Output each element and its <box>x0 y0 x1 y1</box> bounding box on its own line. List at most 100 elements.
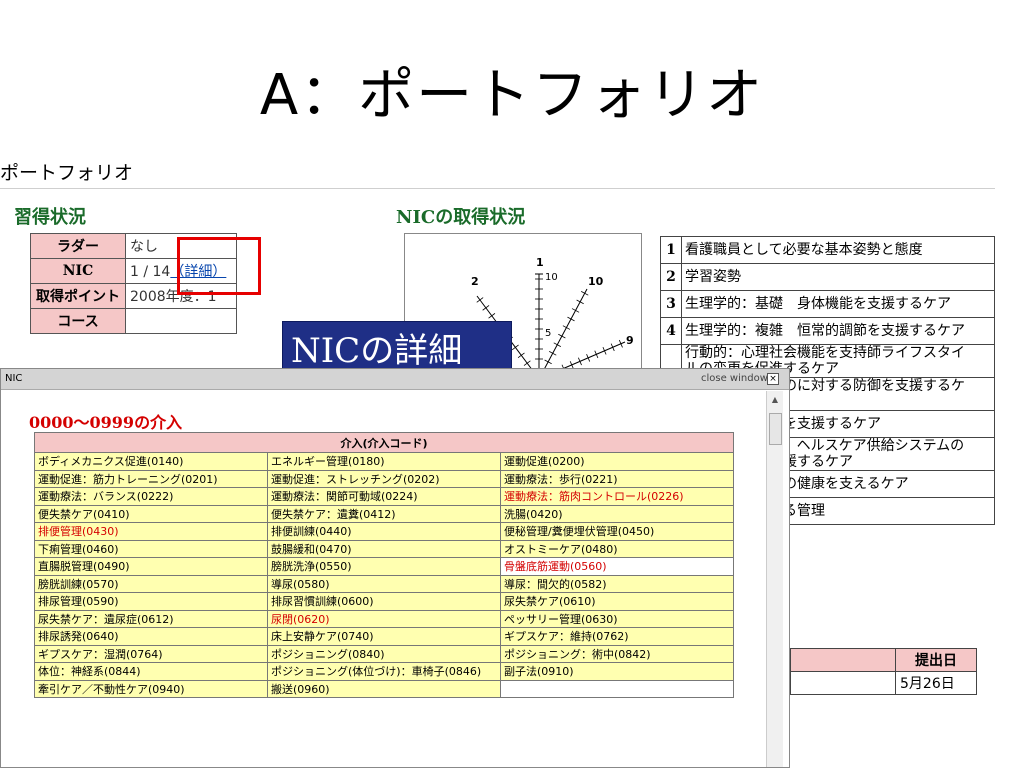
tick-label-5: 5 <box>545 328 551 339</box>
submission-header-row: 提出日 <box>790 648 977 672</box>
intervention-cell[interactable]: 運動療法：関節可動域(0224) <box>267 487 501 506</box>
portfolio-heading: ポートフォリオ <box>0 162 134 184</box>
intervention-row: 便失禁ケア(0410) 便失禁ケア：遺糞(0412) 洗腸(0420) <box>34 504 734 523</box>
intervention-cell[interactable]: 副子法(0910) <box>500 662 734 681</box>
intervention-cell[interactable]: 導尿(0580) <box>267 574 501 593</box>
intervention-cell[interactable]: 搬送(0960) <box>267 679 501 698</box>
radar-tick <box>558 333 566 339</box>
slide-title: A：ポートフォリオ <box>259 63 765 128</box>
intervention-row: 排便管理(0430) 排便訓練(0440) 便秘管理/糞便埋伏管理(0450) <box>34 522 734 541</box>
submission-table: 提出日 5月26日 <box>790 648 977 695</box>
intervention-cell[interactable]: エネルギー管理(0180) <box>267 452 501 471</box>
nic-list-item: 1 看護職員として必要な基本姿勢と態度 <box>660 236 995 264</box>
intervention-cell[interactable]: 運動促進(0200) <box>500 452 734 471</box>
intervention-cell[interactable]: 膀胱訓練(0570) <box>34 574 268 593</box>
intervention-cell[interactable]: 直腸脱管理(0490) <box>34 557 268 576</box>
intervention-row: 膀胱訓練(0570) 導尿(0580) 導尿：間欠的(0582) <box>34 574 734 593</box>
intervention-cell[interactable]: ポジショニング：術中(0842) <box>500 644 734 663</box>
radar-tick <box>580 291 589 296</box>
intervention-cell[interactable]: 導尿：間欠的(0582) <box>500 574 734 593</box>
status-label: コース <box>30 308 126 334</box>
nic-list-item: 4 生理学的：複雑 恒常的調節を支援するケア <box>660 317 995 345</box>
intervention-cell[interactable]: ボディメカニクス促進(0140) <box>34 452 268 471</box>
popup-title: NIC <box>5 373 23 384</box>
axis-label-1: 1 <box>536 256 544 269</box>
intervention-cell[interactable]: 鼓腸緩和(0470) <box>267 539 501 558</box>
nic-list-item: 2 学習姿勢 <box>660 263 995 291</box>
intervention-cell[interactable]: 便失禁ケア(0410) <box>34 504 268 523</box>
heading-divider <box>0 188 995 189</box>
intervention-row: 排尿誘発(0640) 床上安静ケア(0740) ギプスケア：維持(0762) <box>34 627 734 646</box>
intervention-row: 直腸脱管理(0490) 膀胱洗浄(0550) 骨盤底筋運動(0560) <box>34 557 734 576</box>
intervention-cell[interactable]: 牽引ケア／不動性ケア(0940) <box>34 679 268 698</box>
nic-item-text: 学習姿勢 <box>681 263 995 291</box>
intervention-cell[interactable]: 運動促進：筋力トレーニング(0201) <box>34 469 268 488</box>
submission-blank <box>790 671 896 695</box>
radar-tick <box>482 305 490 311</box>
radar-tick <box>567 316 575 322</box>
radar-tick <box>488 313 496 319</box>
submission-row: 5月26日 <box>790 671 977 695</box>
radar-tick <box>476 297 484 303</box>
close-window-link[interactable]: close window <box>701 373 768 384</box>
intervention-cell[interactable]: 尿閉(0620) <box>267 609 501 628</box>
nic-item-text: 看護職員として必要な基本姿勢と態度 <box>681 236 995 264</box>
intervention-cell[interactable]: 運動療法：歩行(0221) <box>500 469 734 488</box>
intervention-cell[interactable]: 排尿管理(0590) <box>34 592 268 611</box>
intervention-cell[interactable]: 排尿習慣訓練(0600) <box>267 592 501 611</box>
submission-date-header: 提出日 <box>895 648 977 672</box>
intervention-cell[interactable]: ポジショニング(体位づけ)：車椅子(0846) <box>267 662 501 681</box>
popup-scrollbar[interactable]: ▲ <box>766 391 783 767</box>
nic-item-number: 1 <box>660 236 682 264</box>
status-label: NIC <box>30 258 126 284</box>
radar-tick <box>576 299 584 305</box>
axis-label-10: 10 <box>588 275 604 288</box>
intervention-cell[interactable]: 体位：神経系(0844) <box>34 662 268 681</box>
intervention-cell[interactable]: 洗腸(0420) <box>500 504 734 523</box>
submission-header-blank <box>790 648 896 672</box>
intervention-row: 下痢管理(0460) 鼓腸緩和(0470) オストミーケア(0480) <box>34 539 734 558</box>
intervention-cell[interactable]: 運動促進：ストレッチング(0202) <box>267 469 501 488</box>
intervention-cell[interactable]: 運動療法：筋肉コントロール(0226) <box>500 487 734 506</box>
intervention-cell[interactable]: 排尿誘発(0640) <box>34 627 268 646</box>
intervention-cell[interactable]: 床上安静ケア(0740) <box>267 627 501 646</box>
intervention-cell[interactable]: ポジショニング(0840) <box>267 644 501 663</box>
intervention-row: 牽引ケア／不動性ケア(0940) 搬送(0960) <box>34 679 734 698</box>
intervention-cell[interactable]: 膀胱洗浄(0550) <box>267 557 501 576</box>
intervention-cell[interactable]: ギプスケア：湿潤(0764) <box>34 644 268 663</box>
status-heading: 習得状況 <box>14 207 86 228</box>
status-label: 取得ポイント <box>30 283 126 309</box>
intervention-row: 運動促進：筋力トレーニング(0201) 運動促進：ストレッチング(0202) 運動療… <box>34 469 734 488</box>
radar-tick <box>544 359 552 365</box>
intervention-cell[interactable]: 排便管理(0430) <box>34 522 268 541</box>
scroll-up-icon[interactable]: ▲ <box>767 395 783 404</box>
nic-list-item: 3 生理学的：基礎 身体機能を支援するケア <box>660 290 995 318</box>
intervention-row: ボディメカニクス促進(0140) エネルギー管理(0180) 運動促進(0200) <box>34 452 734 471</box>
radar-tick <box>517 352 525 358</box>
nic-popup-window: NIC close window × ▲ 0000～0999の介入 介入(介入コ… <box>0 368 790 768</box>
nic-item-number: 2 <box>660 263 682 291</box>
nic-item-text: 生理学的：複雑 恒常的調節を支援するケア <box>681 317 995 345</box>
intervention-cell[interactable] <box>500 679 734 698</box>
nic-item-number: 4 <box>660 317 682 345</box>
intervention-cell[interactable]: 排便訓練(0440) <box>267 522 501 541</box>
close-icon[interactable]: × <box>767 373 779 385</box>
intervention-cell[interactable]: ペッサリー管理(0630) <box>500 609 734 628</box>
intervention-cell[interactable]: 運動療法：バランス(0222) <box>34 487 268 506</box>
intervention-cell[interactable]: オストミーケア(0480) <box>500 539 734 558</box>
radar-tick <box>562 325 571 330</box>
intervention-row: 排尿管理(0590) 排尿習慣訓練(0600) 尿失禁ケア(0610) <box>34 592 734 611</box>
scroll-thumb[interactable] <box>769 413 782 445</box>
highlight-box <box>177 237 261 295</box>
intervention-cell[interactable]: 下痢管理(0460) <box>34 539 268 558</box>
intervention-cell[interactable]: 尿失禁ケア(0610) <box>500 592 734 611</box>
intervention-cell[interactable]: 便秘管理/糞便埋伏管理(0450) <box>500 522 734 541</box>
intervention-cell[interactable]: ギプスケア：維持(0762) <box>500 627 734 646</box>
intervention-cell[interactable]: 尿失禁ケア：遺尿症(0612) <box>34 609 268 628</box>
intervention-cell[interactable]: 骨盤底筋運動(0560) <box>500 557 734 576</box>
intervention-cell[interactable]: 便失禁ケア：遺糞(0412) <box>267 504 501 523</box>
tick-label-10: 10 <box>545 272 558 283</box>
intervention-row: 運動療法：バランス(0222) 運動療法：関節可動域(0224) 運動療法：筋肉コン… <box>34 487 734 506</box>
nic-status-heading: NICの取得状況 <box>396 207 526 228</box>
intervention-header-row: 介入(介入コード) <box>34 432 734 453</box>
